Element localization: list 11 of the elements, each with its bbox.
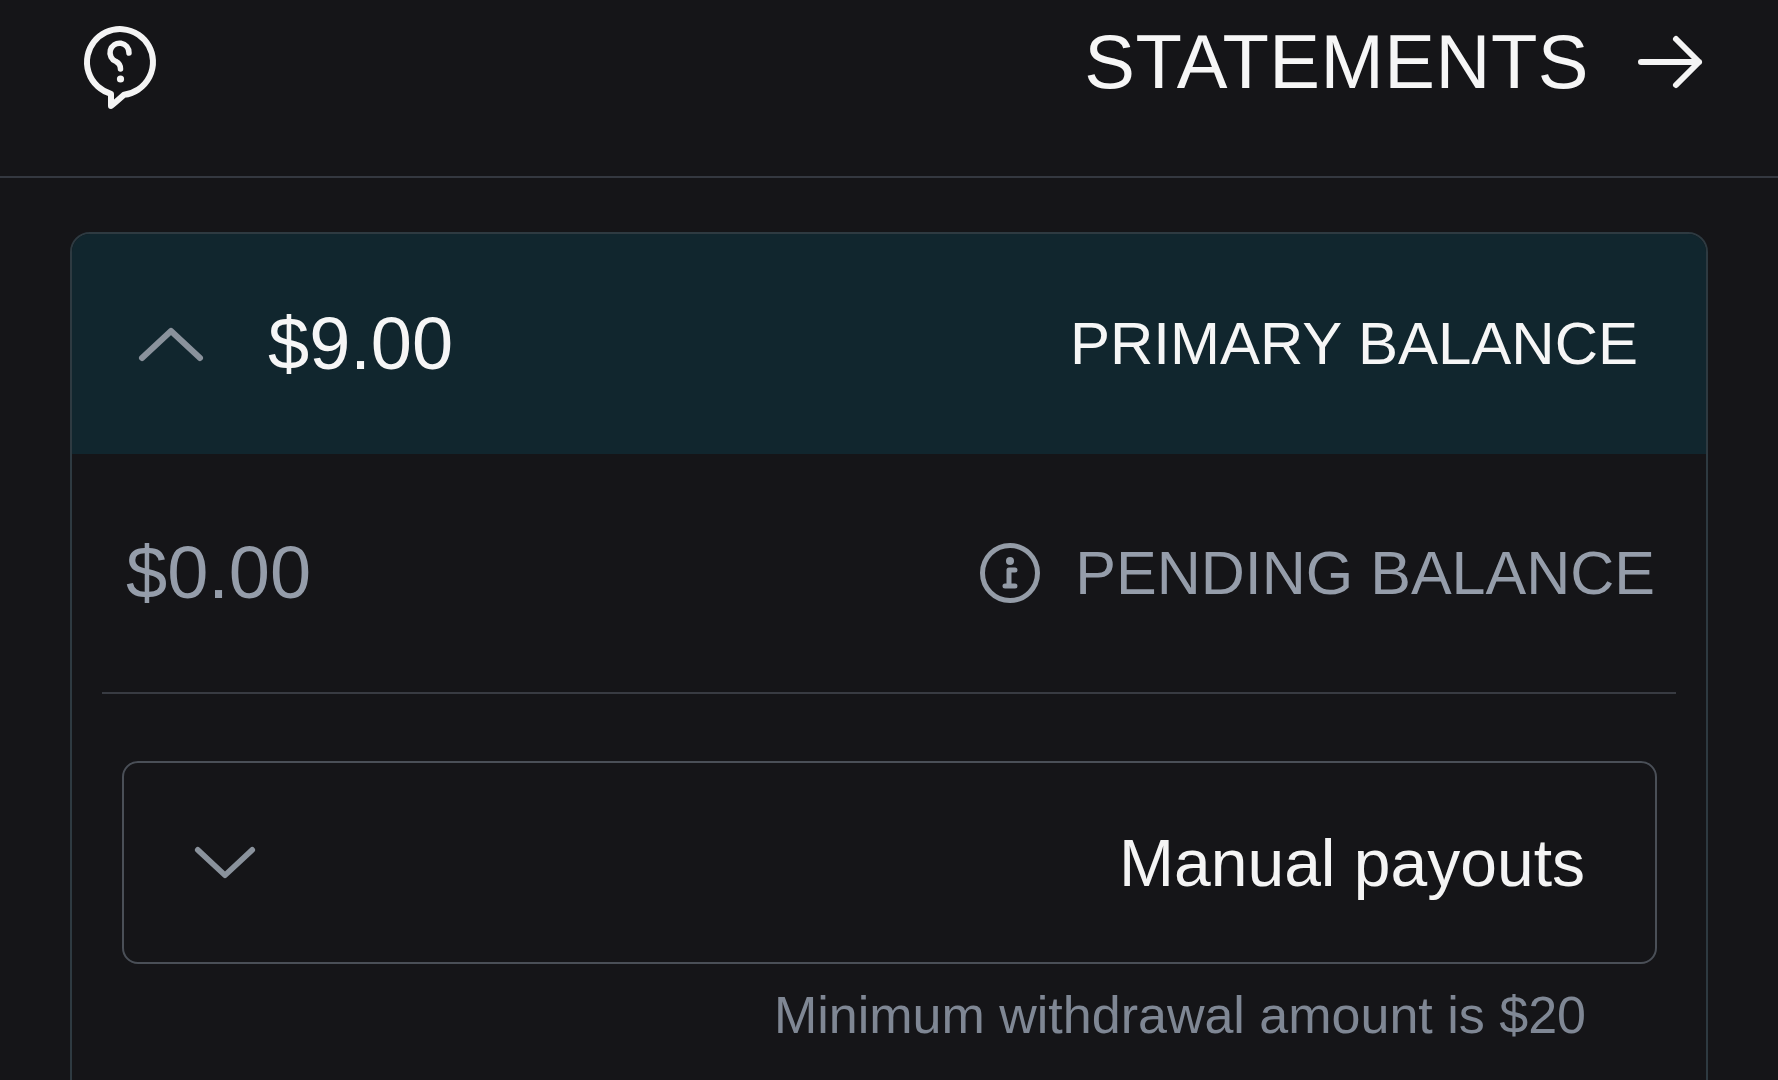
pending-balance-amount: $0.00 <box>126 536 312 610</box>
primary-balance-label: PRIMARY BALANCE <box>1070 314 1638 374</box>
helper-text: Minimum withdrawal amount is $20 <box>773 986 1586 1046</box>
pending-balance-label: PENDING BALANCE <box>1075 542 1655 604</box>
primary-balance-header[interactable]: $9.00 PRIMARY BALANCE <box>72 234 1706 454</box>
page-title: STATEMENTS <box>1084 24 1589 100</box>
primary-balance-amount: $9.00 <box>268 307 454 381</box>
payout-dropdown[interactable]: Manual payouts <box>122 761 1657 964</box>
chevron-icon <box>194 845 256 880</box>
info-icon[interactable] <box>979 542 1042 604</box>
chevron-icon[interactable] <box>138 326 204 362</box>
